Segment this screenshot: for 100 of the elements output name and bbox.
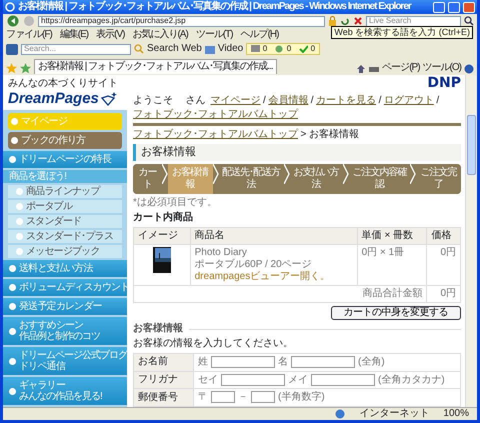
menu-item[interactable]: ツール(T) [196, 29, 233, 41]
lock-icon [328, 16, 337, 26]
zoom-level[interactable]: 100% [443, 408, 469, 420]
sidebar-item[interactable]: ドリームページ公式ブログ ドリペ通信 [3, 347, 127, 375]
sidebar-item[interactable]: 送料と支払い方法 [3, 260, 127, 277]
product-name: Photo Diary [194, 247, 248, 258]
zone-text: インターネット [359, 408, 430, 420]
ie-icon [5, 2, 15, 12]
window-title: お客様情報 | フォトブック･フォトアルバム･写真集の作成 | DreamPages - Windows Internet Explorer [18, 1, 411, 13]
sidebar-item[interactable]: メッセージブック [8, 245, 122, 258]
cart-title: カート内商品 [133, 212, 194, 224]
section-title: お客様情報 [133, 323, 461, 336]
field-note: (全角カタカナ) [378, 374, 445, 386]
menu-item[interactable]: 表示(V) [96, 29, 124, 41]
price: 0円 [426, 244, 460, 286]
menu-item[interactable]: 編集(E) [60, 29, 88, 41]
sidebar-item[interactable]: ブックの作り方 [8, 132, 122, 149]
sidebar-item[interactable]: スタンダード･プラス [8, 230, 122, 243]
change-cart-button[interactable]: カートの中身を変更する [330, 306, 461, 320]
input-field[interactable] [221, 374, 285, 386]
refresh-icon[interactable] [340, 16, 350, 26]
maximize-button[interactable] [448, 2, 460, 12]
mail-icon [251, 45, 260, 53]
sidebar-item[interactable]: ポータブル [8, 200, 122, 213]
honorific-text: さん [186, 94, 206, 107]
field-label: フリガナ [134, 371, 194, 389]
search-field[interactable]: Live Search [366, 16, 461, 26]
bullet-icon [9, 284, 16, 291]
book-star-icon [101, 92, 118, 106]
field-prefix: 姓 [198, 356, 208, 368]
field-label: お名前 [134, 354, 194, 372]
video-icon [204, 44, 215, 54]
search-web-button[interactable]: Search Web [147, 43, 202, 55]
header-link[interactable]: 会員情報 [268, 94, 308, 107]
scrollbar[interactable] [465, 75, 477, 407]
check-icon [299, 45, 308, 53]
video-button[interactable]: Video [218, 43, 244, 55]
header-link[interactable]: ログアウト [384, 94, 434, 107]
header-link[interactable]: フォトブック･フォトアルバムトップ [133, 109, 298, 122]
bullet-icon [9, 358, 16, 364]
input-field[interactable] [251, 391, 275, 404]
command-button[interactable]: ページ(P) [382, 62, 420, 74]
menu-item[interactable]: お気に入り(A) [132, 29, 188, 41]
browser-tab[interactable]: お客様情報 | フォトブック･フォトアルバム･写真集の作成... [34, 59, 276, 74]
sidebar-heading: 商品を選ぼう! [3, 170, 127, 183]
favorites-star-icon[interactable] [6, 63, 17, 74]
address-field[interactable]: https://dreampages.jp/cart/purchase2.jsp [38, 16, 325, 26]
bullet-icon [9, 265, 16, 272]
help-icon[interactable] [464, 64, 474, 74]
column-header: 単価 × 冊数 [357, 228, 427, 245]
field-label: 郵便番号 [134, 388, 194, 406]
brand-logo: DNP [427, 75, 461, 92]
breadcrumb-link[interactable]: フォトブック･フォトアルバムトップ [133, 129, 298, 142]
input-field[interactable] [211, 391, 235, 404]
intro-text: お客様の情報を入力してください。 [133, 338, 294, 350]
print-icon[interactable] [369, 64, 380, 74]
header-link[interactable]: カートを見る [316, 94, 376, 107]
sidebar-item[interactable]: 商品ラインナップ [8, 185, 122, 198]
back-icon[interactable] [6, 15, 20, 27]
bullet-icon [9, 303, 16, 310]
sidebar-item[interactable]: ギャラリー みんなの作品を見る! [3, 377, 127, 405]
field-note: (半角数字) [278, 392, 325, 403]
breadcrumb-current: お客様情報 [308, 129, 359, 142]
breadcrumb-separator: > [300, 129, 306, 142]
field-prefix: メイ [288, 374, 308, 386]
magnifier-icon [134, 44, 144, 54]
separator: / [310, 94, 314, 107]
bullet-icon [11, 118, 18, 125]
bullet-icon [16, 233, 23, 240]
menu-item[interactable]: ファイル(F) [6, 29, 52, 41]
counter: 0 [262, 44, 268, 54]
bullet-icon [16, 218, 23, 225]
command-button[interactable]: ツール(O) [422, 62, 461, 74]
sidebar-item[interactable]: スタンダード [8, 215, 122, 228]
input-field[interactable] [211, 356, 275, 368]
bullet-icon [9, 328, 16, 334]
toolbar-search-field[interactable]: Search... [21, 44, 131, 54]
input-field[interactable] [291, 356, 355, 368]
search-icon[interactable] [464, 16, 474, 26]
minimize-button[interactable] [433, 2, 445, 12]
separator: / [436, 94, 440, 107]
tagline: みんなの本づくりサイト [8, 78, 119, 90]
circle-icon [275, 45, 284, 53]
field-prefix: セイ [198, 374, 218, 386]
total-label: 商品合計金額 [134, 286, 427, 303]
product-spec: ポータブル60P / 20ページ [194, 259, 313, 271]
close-button[interactable] [463, 2, 475, 12]
note-text: *は必須項目です。 [133, 197, 218, 210]
sidebar-item[interactable]: おすすめシーン 作品例と制作のコツ [3, 317, 127, 345]
header-link[interactable]: マイページ [210, 94, 260, 107]
stop-icon[interactable] [353, 16, 363, 26]
input-field[interactable] [311, 374, 375, 386]
bullet-icon [9, 388, 16, 394]
counter: 0 [310, 44, 316, 54]
separator: / [263, 94, 266, 107]
menu-item[interactable]: ヘルプ(H) [240, 29, 278, 41]
add-favorite-icon[interactable] [20, 63, 31, 74]
viewer-link[interactable]: dreampagesビューアー開く。 [194, 271, 330, 282]
home-icon[interactable] [356, 64, 366, 74]
bullet-icon [16, 188, 23, 195]
